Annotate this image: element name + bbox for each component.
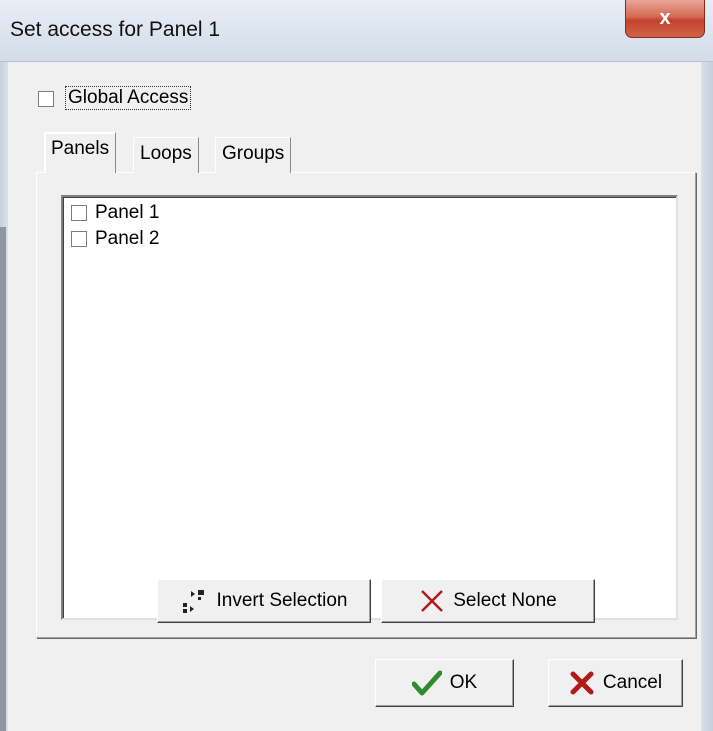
list-item[interactable]: Panel 1 xyxy=(71,201,159,225)
close-icon: x xyxy=(659,7,671,29)
title-bar: Set access for Panel 1 x xyxy=(0,0,713,62)
select-none-label: Select None xyxy=(453,590,557,611)
invert-selection-icon xyxy=(181,588,209,614)
global-access-label[interactable]: Global Access xyxy=(65,86,192,110)
cancel-button[interactable]: Cancel xyxy=(548,659,683,707)
list-item[interactable]: Panel 2 xyxy=(71,227,159,251)
tab-groups[interactable]: Groups xyxy=(215,137,292,173)
window-frame-right xyxy=(701,62,713,731)
tab-loops[interactable]: Loops xyxy=(133,137,199,173)
list-item-label: Panel 2 xyxy=(95,228,160,249)
select-none-button[interactable]: Select None xyxy=(381,579,595,623)
tab-panels[interactable]: Panels xyxy=(44,132,117,173)
list-item-label: Panel 1 xyxy=(95,202,160,223)
ok-button[interactable]: OK xyxy=(375,659,514,707)
window-title: Set access for Panel 1 xyxy=(10,18,221,41)
cancel-label: Cancel xyxy=(602,672,663,693)
panels-listbox[interactable]: Panel 1 Panel 2 xyxy=(61,195,678,620)
close-button[interactable]: x xyxy=(625,0,705,38)
checkmark-icon xyxy=(411,670,442,696)
dialog-body: Global Access Panels Loops Groups Panel … xyxy=(8,62,701,731)
x-icon xyxy=(419,588,445,614)
list-item-checkbox[interactable] xyxy=(71,231,87,247)
list-item-checkbox[interactable] xyxy=(71,205,87,221)
cross-icon xyxy=(569,670,595,696)
global-access-checkbox[interactable] xyxy=(38,91,54,107)
ok-label: OK xyxy=(449,672,478,693)
invert-selection-label: Invert Selection xyxy=(216,590,348,611)
invert-selection-button[interactable]: Invert Selection xyxy=(157,579,371,623)
window-frame-left xyxy=(0,62,8,731)
